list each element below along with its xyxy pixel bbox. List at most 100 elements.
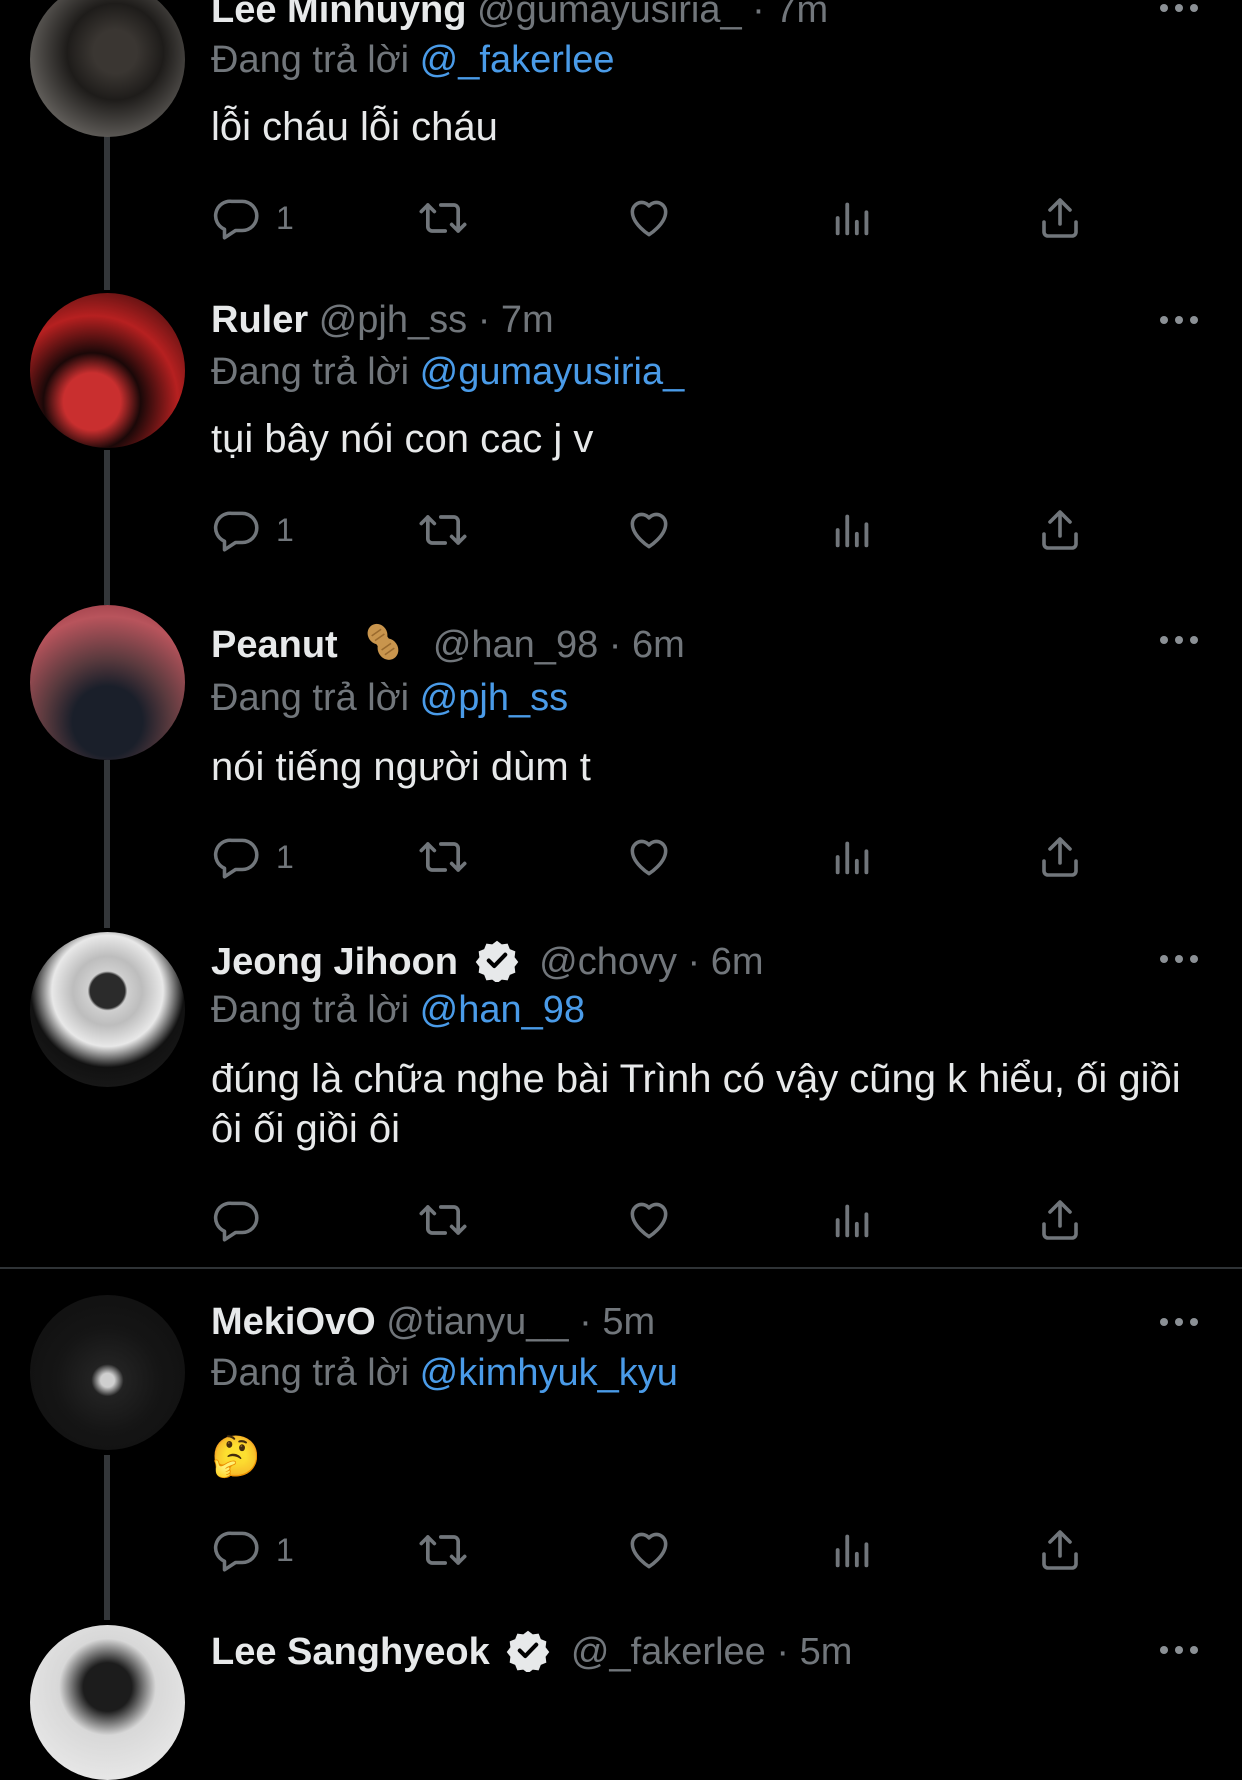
author-name[interactable]: Ruler bbox=[211, 299, 308, 341]
tweet-header: Peanut @han_98 · 6m bbox=[211, 615, 685, 675]
tweet-header: Lee Sanghyeok @_fakerlee · 5m bbox=[211, 1622, 852, 1682]
author-name[interactable]: Peanut bbox=[211, 624, 338, 666]
author-handle[interactable]: @pjh_ss bbox=[319, 299, 467, 341]
views-button[interactable] bbox=[830, 1520, 876, 1580]
tweet-text: lỗi cháu lỗi cháu bbox=[211, 105, 498, 149]
author-name[interactable]: Lee Sanghyeok bbox=[211, 1631, 490, 1673]
replying-to: Đang trả lời @pjh_ss bbox=[211, 673, 568, 723]
retweet-icon bbox=[417, 831, 469, 883]
author-handle[interactable]: @_fakerlee bbox=[571, 1631, 766, 1673]
avatar[interactable] bbox=[30, 293, 185, 448]
retweet-button[interactable] bbox=[417, 188, 469, 248]
share-button[interactable] bbox=[1036, 827, 1084, 887]
thread-line bbox=[104, 130, 110, 290]
share-icon bbox=[1036, 1526, 1084, 1574]
tweet-text: tụi bây nói con cac j v bbox=[211, 417, 594, 461]
author-handle[interactable]: @chovy bbox=[539, 941, 677, 983]
tweet-header: Ruler @pjh_ss · 7m bbox=[211, 290, 554, 350]
share-icon bbox=[1036, 833, 1084, 881]
more-icon[interactable] bbox=[1158, 1292, 1200, 1352]
reply-button[interactable]: 1 bbox=[212, 827, 294, 887]
replying-to: Đang trả lời @_fakerlee bbox=[211, 35, 615, 85]
like-icon bbox=[624, 1195, 674, 1245]
more-icon[interactable] bbox=[1158, 929, 1200, 989]
share-icon bbox=[1036, 1196, 1084, 1244]
separator-dot: · bbox=[477, 299, 491, 341]
more-icon[interactable] bbox=[1158, 1620, 1200, 1680]
avatar[interactable] bbox=[30, 1625, 185, 1780]
reply-icon bbox=[212, 193, 262, 243]
verified-icon bbox=[506, 1628, 550, 1672]
share-button[interactable] bbox=[1036, 1190, 1084, 1250]
share-button[interactable] bbox=[1036, 500, 1084, 560]
like-button[interactable] bbox=[624, 1190, 674, 1250]
reply-count: 1 bbox=[276, 838, 294, 875]
timestamp[interactable]: 7m bbox=[501, 299, 554, 341]
replying-to-mention[interactable]: @han_98 bbox=[420, 989, 585, 1031]
timestamp[interactable]: 6m bbox=[711, 941, 764, 983]
more-icon[interactable] bbox=[1158, 0, 1200, 38]
author-name[interactable]: Jeong Jihoon bbox=[211, 941, 458, 983]
author-name[interactable]: MekiOvO bbox=[211, 1301, 376, 1343]
reply-button[interactable]: 1 bbox=[212, 1520, 294, 1580]
tweet-text: đúng là chữa nghe bài Trình có vậy cũng … bbox=[211, 1057, 1181, 1151]
avatar[interactable] bbox=[30, 605, 185, 760]
reply-count: 1 bbox=[276, 199, 294, 236]
avatar[interactable] bbox=[30, 0, 185, 137]
reply-button[interactable] bbox=[212, 1190, 276, 1250]
views-button[interactable] bbox=[830, 500, 876, 560]
author-handle[interactable]: @gumayusiria_ bbox=[477, 0, 742, 31]
replying-to-mention[interactable]: @_fakerlee bbox=[420, 39, 615, 81]
action-bar: 1 bbox=[200, 188, 1100, 248]
like-button[interactable] bbox=[624, 1520, 674, 1580]
more-icon[interactable] bbox=[1158, 290, 1200, 350]
retweet-button[interactable] bbox=[417, 500, 469, 560]
reply-icon bbox=[212, 1195, 262, 1245]
timestamp[interactable]: 7m bbox=[775, 0, 828, 31]
reply-button[interactable]: 1 bbox=[212, 500, 294, 560]
views-button[interactable] bbox=[830, 188, 876, 248]
reply-icon bbox=[212, 832, 262, 882]
avatar[interactable] bbox=[30, 932, 185, 1087]
share-button[interactable] bbox=[1036, 188, 1084, 248]
reply-count: 1 bbox=[276, 1531, 294, 1568]
replying-to-mention[interactable]: @pjh_ss bbox=[420, 677, 568, 719]
author-name[interactable]: Lee Minhuyng bbox=[211, 0, 466, 31]
more-icon[interactable] bbox=[1158, 610, 1200, 670]
views-icon bbox=[830, 834, 876, 880]
retweet-icon bbox=[417, 504, 469, 556]
like-button[interactable] bbox=[624, 188, 674, 248]
avatar[interactable] bbox=[30, 1295, 185, 1450]
views-button[interactable] bbox=[830, 827, 876, 887]
tweet-header: MekiOvO @tianyu__ · 5m bbox=[211, 1292, 655, 1352]
verified-icon bbox=[475, 938, 519, 982]
separator-dot: · bbox=[608, 624, 622, 666]
replying-to-label: Đang trả lời bbox=[211, 351, 410, 393]
author-handle[interactable]: @han_98 bbox=[433, 624, 598, 666]
timestamp[interactable]: 6m bbox=[632, 624, 685, 666]
share-icon bbox=[1036, 194, 1084, 242]
author-handle[interactable]: @tianyu__ bbox=[386, 1301, 568, 1343]
replying-to: Đang trả lời @han_98 bbox=[211, 985, 585, 1035]
retweet-button[interactable] bbox=[417, 1520, 469, 1580]
reply-button[interactable]: 1 bbox=[212, 188, 294, 248]
peanut-emoji-icon bbox=[367, 623, 399, 660]
like-button[interactable] bbox=[624, 500, 674, 560]
retweet-button[interactable] bbox=[417, 1190, 469, 1250]
replying-to-mention[interactable]: @gumayusiria_ bbox=[420, 351, 685, 393]
retweet-button[interactable] bbox=[417, 827, 469, 887]
share-button[interactable] bbox=[1036, 1520, 1084, 1580]
reply-icon bbox=[212, 1525, 262, 1575]
like-button[interactable] bbox=[624, 827, 674, 887]
timestamp[interactable]: 5m bbox=[602, 1301, 655, 1343]
replying-to-label: Đang trả lời bbox=[211, 677, 410, 719]
like-icon bbox=[624, 193, 674, 243]
like-icon bbox=[624, 1525, 674, 1575]
action-bar bbox=[200, 1190, 1100, 1250]
views-button[interactable] bbox=[830, 1190, 876, 1250]
replying-to-mention[interactable]: @kimhyuk_kyu bbox=[420, 1352, 678, 1394]
tweet-header: Lee Minhuyng @gumayusiria_ · 7m bbox=[211, 0, 828, 40]
action-bar: 1 bbox=[200, 1520, 1100, 1580]
timestamp[interactable]: 5m bbox=[800, 1631, 853, 1673]
thinking-emoji: 🤔 bbox=[211, 1434, 261, 1480]
